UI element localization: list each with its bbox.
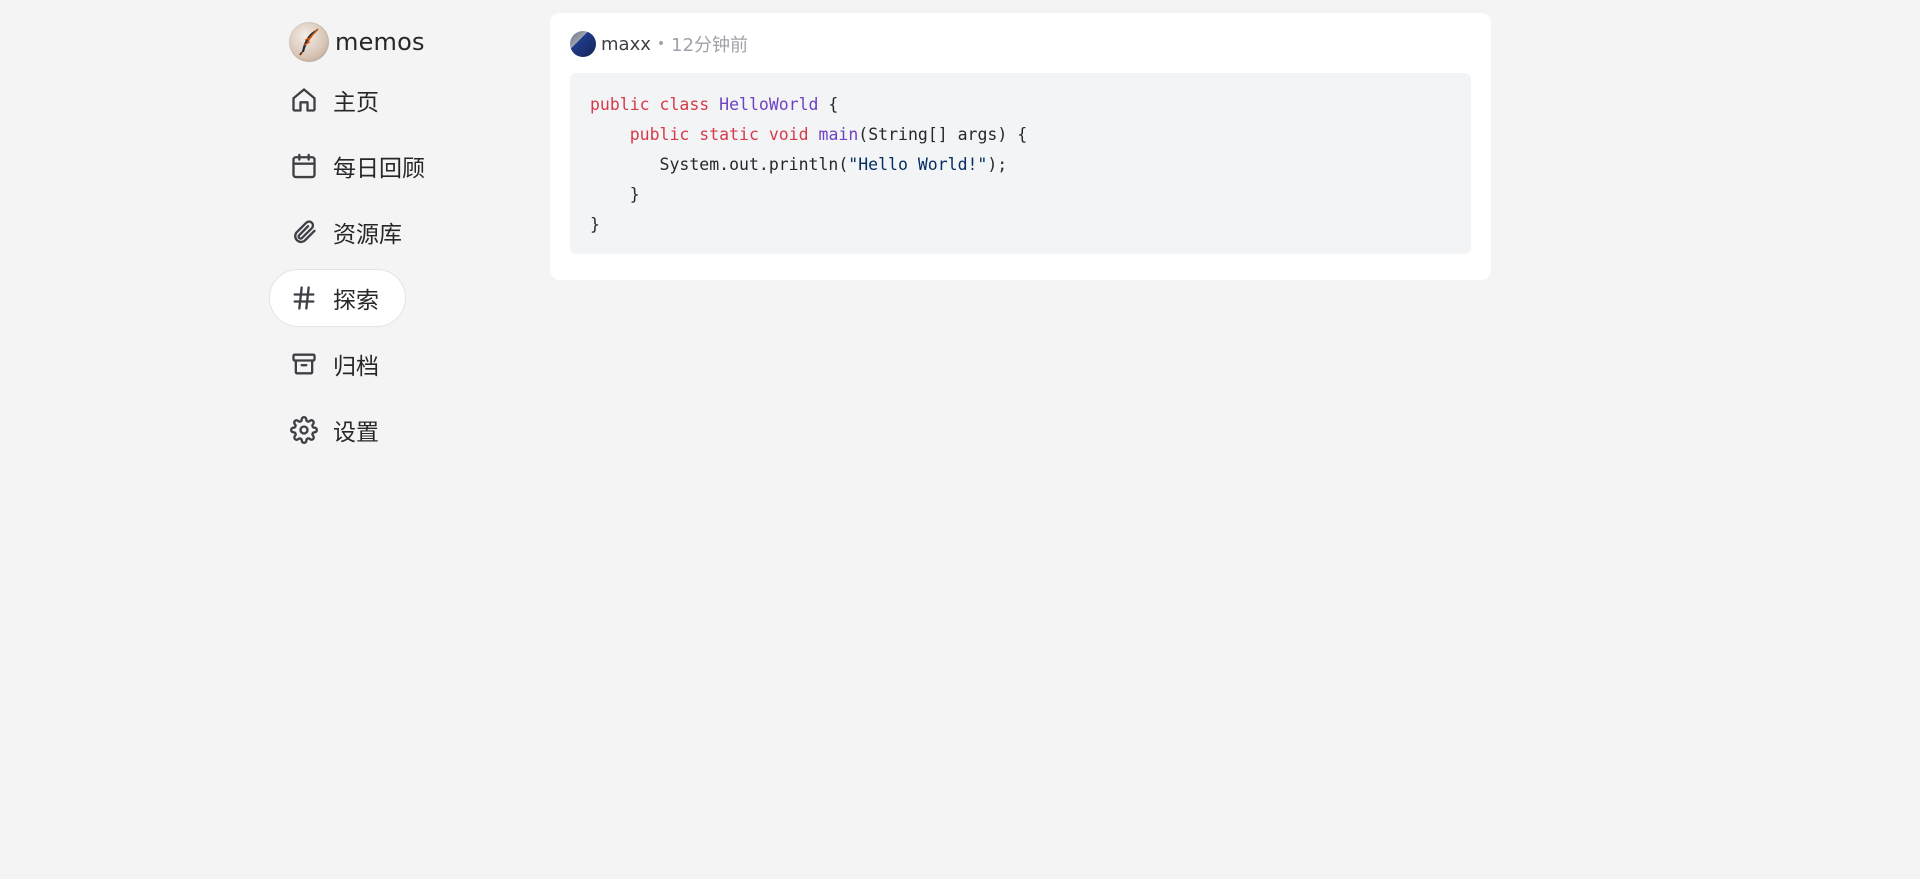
code-text: ); [987,155,1008,174]
code-string: "Hello World!" [848,155,988,174]
code-keyword: void [768,125,809,144]
separator-dot: • [656,36,666,52]
paperclip-icon [289,217,319,247]
code-text: } [590,215,600,234]
nav-label: 探索 [333,288,379,314]
avatar[interactable] [570,31,596,57]
code-line: public class HelloWorld { [590,90,1451,120]
nav-item-archive[interactable]: 归档 [270,336,405,392]
code-text: { [818,95,839,114]
calendar-icon [289,151,319,181]
memo-list: maxx • 12分钟前 public class HelloWorld { p… [550,13,1491,280]
code-block: public class HelloWorld { public static … [570,73,1471,254]
nav-item-explore[interactable]: 探索 [270,270,405,326]
app-name: memos [335,28,425,56]
gear-icon [289,415,319,445]
memo-author[interactable]: maxx [601,34,651,55]
nav-item-home[interactable]: 主页 [270,72,405,128]
nav-label: 归档 [333,354,379,380]
nav-item-settings[interactable]: 设置 [270,402,405,458]
memo-header: maxx • 12分钟前 [570,31,1471,57]
main-nav: 主页 每日回顾 资源库 探索 归档 设置 [270,72,470,458]
nav-label: 设置 [333,420,379,446]
code-line: System.out.println("Hello World!"); [590,150,1451,180]
hash-icon [289,283,319,313]
code-text: } [590,185,640,204]
memo-time[interactable]: 12分钟前 [671,31,748,57]
home-icon [289,85,319,115]
code-text: System.out.println( [659,155,849,174]
nav-label: 主页 [333,90,379,116]
code-line: } [590,180,1451,210]
nav-label: 资源库 [333,222,402,248]
nav-item-daily-review[interactable]: 每日回顾 [270,138,451,194]
archive-icon [289,349,319,379]
code-line: public static void main(String[] args) { [590,120,1451,150]
quill-icon [289,22,329,62]
code-text: (String[] args) { [858,125,1028,144]
code-keyword: static [699,125,759,144]
code-keyword: public [629,125,690,144]
memo-card: maxx • 12分钟前 public class HelloWorld { p… [550,13,1491,280]
code-keyword: public [590,95,650,114]
brand[interactable]: memos [270,14,470,70]
nav-item-resources[interactable]: 资源库 [270,204,428,260]
code-keyword: class [659,95,710,114]
nav-label: 每日回顾 [333,156,425,182]
code-method-name: main [818,125,859,144]
code-line: } [590,210,1451,240]
code-class-name: HelloWorld [719,95,819,114]
sidebar: memos 主页 每日回顾 资源库 探索 归档 设置 [270,14,470,468]
